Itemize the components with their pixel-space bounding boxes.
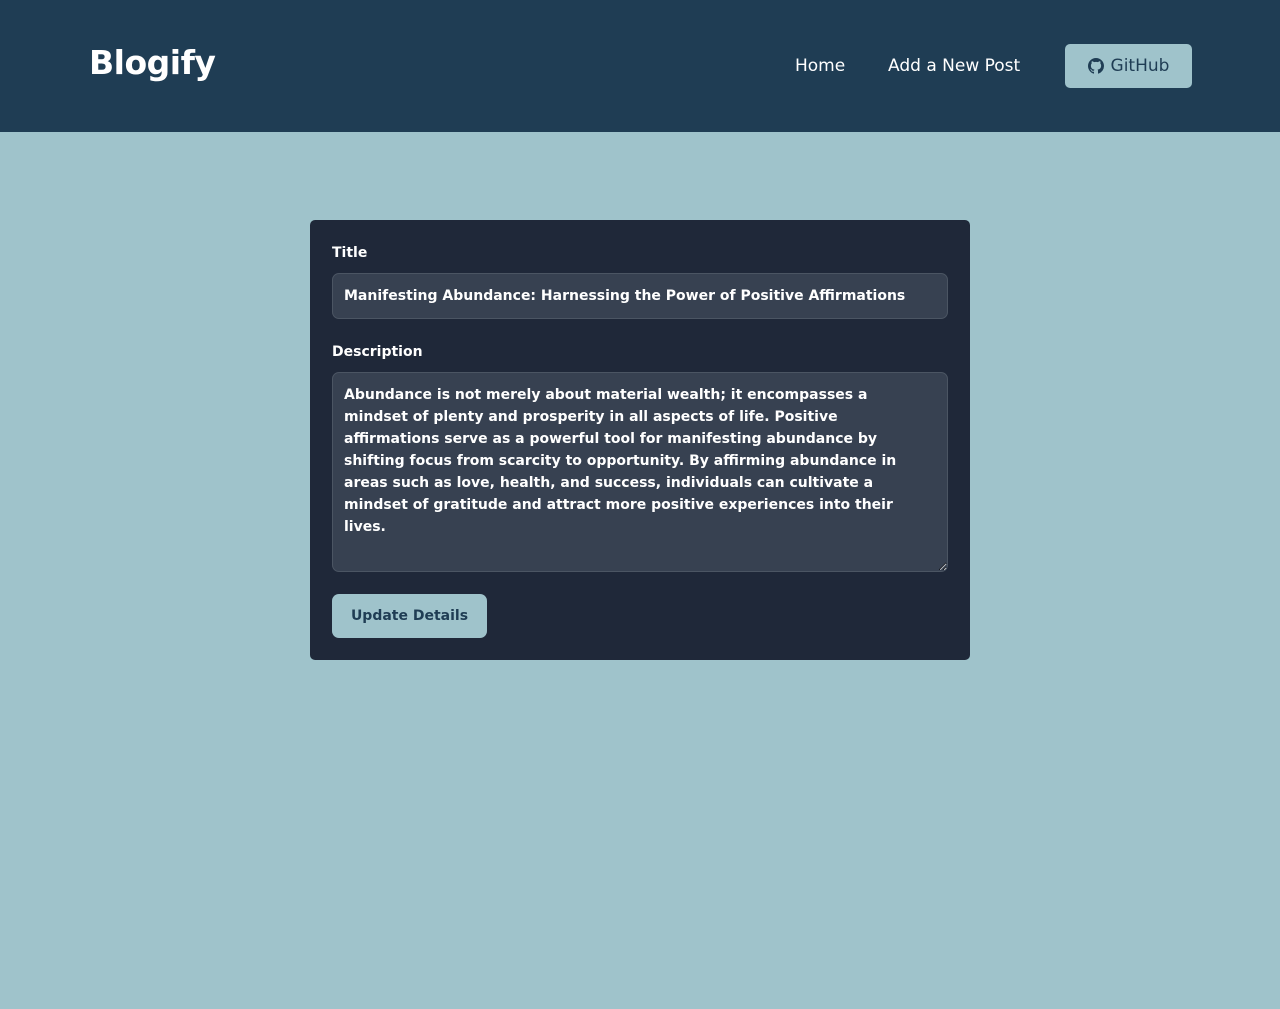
description-textarea[interactable]: Abundance is not merely about material w…: [332, 372, 948, 572]
title-label: Title: [332, 245, 368, 261]
nav-home-link[interactable]: Home: [795, 55, 845, 77]
update-details-button[interactable]: Update Details: [332, 594, 487, 638]
github-button[interactable]: GitHub: [1065, 44, 1192, 88]
site-header: Blogify Home Add a New Post GitHub: [0, 0, 1280, 132]
title-input[interactable]: [332, 273, 948, 319]
github-button-label: GitHub: [1110, 56, 1170, 76]
nav-add-post-link[interactable]: Add a New Post: [888, 55, 1020, 77]
edit-post-card: Title Description Abundance is not merel…: [310, 220, 970, 660]
description-label: Description: [332, 344, 423, 360]
github-icon: [1087, 58, 1104, 74]
site-logo[interactable]: Blogify: [89, 42, 216, 84]
